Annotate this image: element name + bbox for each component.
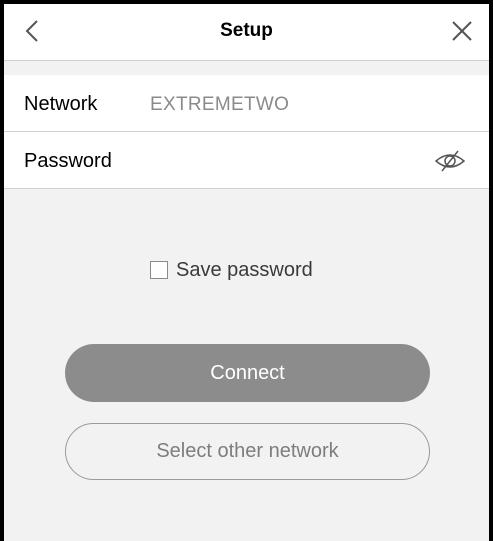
password-input[interactable] [150,146,404,176]
header-spacer [4,61,489,75]
eye-off-icon [434,150,466,172]
page-title: Setup [220,20,273,41]
network-label: Network [24,93,98,115]
close-button[interactable] [447,16,477,46]
wifi-form: Network EXTREMETWO Password [4,75,489,189]
save-password-checkbox[interactable] [150,261,168,279]
password-visibility-toggle[interactable] [433,147,467,175]
network-row[interactable]: Network EXTREMETWO [4,75,489,132]
setup-window: Setup Network EXTREMETWO Password Save p… [0,0,493,541]
connect-button[interactable]: Connect [65,344,430,402]
header-bar: Setup [4,4,489,61]
network-value: EXTREMETWO [150,94,290,115]
close-icon [452,21,472,41]
password-label: Password [24,150,112,172]
save-password-label: Save password [176,258,313,281]
select-other-network-button[interactable]: Select other network [65,423,430,480]
password-row: Password [4,132,489,189]
save-password-option[interactable]: Save password [150,257,313,283]
